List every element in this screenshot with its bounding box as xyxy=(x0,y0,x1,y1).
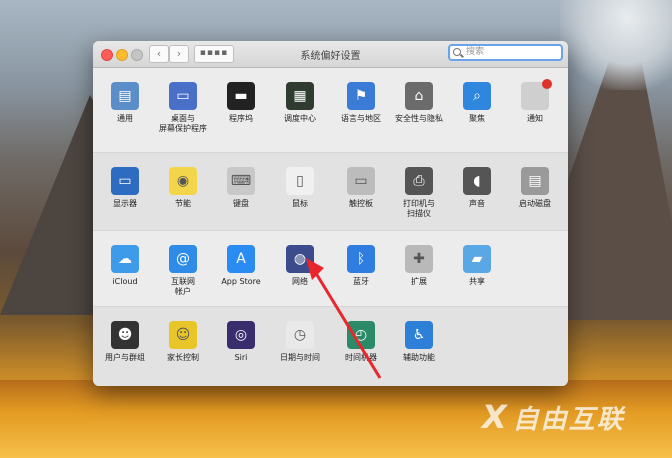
watermark: X 自由互联 xyxy=(482,398,625,436)
annotation-arrow-shaft xyxy=(312,269,382,379)
annotation-arrow-head xyxy=(306,258,324,280)
watermark-text: 自由互联 xyxy=(512,405,625,435)
annotation-arrow xyxy=(306,258,382,379)
watermark-logo: X xyxy=(482,398,509,436)
